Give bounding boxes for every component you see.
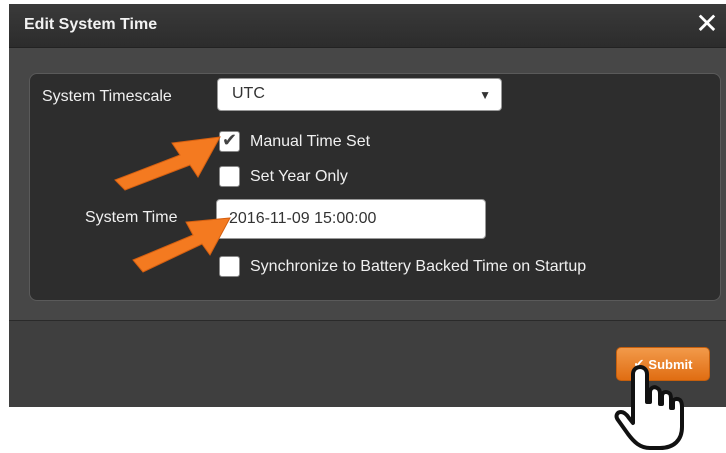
sync-battery-checkbox[interactable] xyxy=(219,256,240,277)
dialog-footer: ✔ Submit xyxy=(9,320,726,407)
timescale-value: UTC xyxy=(232,85,265,102)
timescale-label: System Timescale xyxy=(42,88,172,105)
manual-time-label: Manual Time Set xyxy=(250,133,371,150)
year-only-label: Set Year Only xyxy=(250,168,348,185)
dialog-titlebar: Edit System Time ✕ xyxy=(9,4,726,48)
submit-label: Submit xyxy=(648,356,693,372)
checkmark-icon: ✔ xyxy=(222,130,238,150)
system-time-input[interactable] xyxy=(216,199,486,239)
check-icon: ✔ xyxy=(633,356,645,371)
dropdown-caret-icon: ▼ xyxy=(479,88,491,102)
submit-button[interactable]: ✔ Submit xyxy=(616,347,710,381)
system-time-label: System Time xyxy=(85,209,178,226)
year-only-checkbox[interactable] xyxy=(219,166,240,187)
timescale-select[interactable]: UTC ▼ xyxy=(217,78,502,111)
sync-battery-label: Synchronize to Battery Backed Time on St… xyxy=(250,258,587,275)
close-icon[interactable]: ✕ xyxy=(694,10,720,38)
manual-time-checkbox[interactable]: ✔ xyxy=(219,130,240,152)
dialog-title: Edit System Time xyxy=(24,16,158,33)
